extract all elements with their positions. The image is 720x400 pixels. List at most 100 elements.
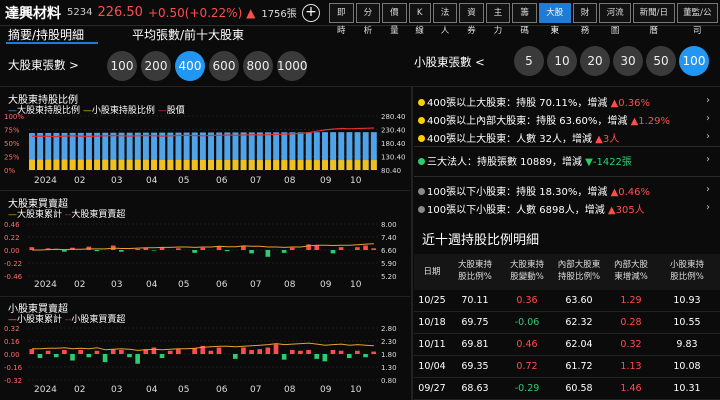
status-dot-icon (418, 135, 425, 142)
table-row[interactable]: 10/18 69.75 -0.06 62.32 0.28 10.55 (414, 312, 720, 334)
chevron-right-icon[interactable]: › (706, 184, 710, 195)
minor-ratio-bar (346, 160, 353, 170)
chevron-right-icon[interactable]: › (706, 113, 710, 124)
minor-ratio-bar (102, 159, 109, 170)
stock-change-value: +0.50(+0.22%) (147, 5, 243, 20)
net-buy-bar (273, 344, 279, 354)
stat-line[interactable]: 三大法人：持股張數 10889，增減 ▼-1422張 (418, 153, 632, 168)
net-buy-bar (78, 349, 83, 354)
minor-ratio-bar (167, 159, 174, 170)
stat-line[interactable]: 400張以上內部大股東：持股 63.60%，增減 ▲1.29% (418, 112, 670, 127)
x-tick-label: 2024 (34, 280, 57, 290)
y-tick-right: 5.20 (381, 273, 397, 281)
tab-3[interactable]: K線 (408, 3, 431, 36)
major-option-200[interactable]: 200 (141, 51, 171, 81)
y-tick-left: 25% (4, 154, 20, 162)
y-tick-left: 0.32 (4, 325, 20, 333)
minor-option-100[interactable]: 100 (679, 46, 709, 76)
net-sell-bar (314, 354, 320, 359)
table-cell: 70.11 (461, 295, 489, 306)
tab-1[interactable]: 分析 (355, 3, 381, 36)
net-sell-bar (127, 354, 132, 358)
x-tick-label: 08 (284, 385, 296, 395)
tab-5[interactable]: 資券 (459, 3, 484, 36)
tab-12[interactable]: 董監/公司 (676, 3, 719, 36)
net-sell-bar (346, 354, 352, 359)
weekly-ratio-table: 近十週持股比例明細 日期 大股東持 股比例% 大股東持 股變動% 內部大股東 持股比例% 內部… (414, 224, 720, 400)
minor-option-20[interactable]: 20 (580, 46, 610, 76)
minor-ratio-bar (281, 160, 288, 170)
minor-ratio-bar (232, 160, 239, 170)
stat-line[interactable]: 100張以下小股東：人數 6898人，增減 ▲305人 (418, 201, 645, 216)
minor-ratio-bar (53, 159, 60, 170)
minor-ratio-bar (29, 159, 35, 170)
tab-6[interactable]: 主力 (485, 3, 511, 36)
minor-option-50[interactable]: 50 (646, 46, 676, 76)
minor-option-30[interactable]: 30 (613, 46, 643, 76)
tab-9[interactable]: 財務 (572, 3, 598, 36)
stat-text: 100張以下小股東：人數 6898人，增減 (427, 205, 608, 216)
table-row[interactable]: 10/04 69.35 0.72 61.72 1.13 10.08 (414, 356, 720, 378)
subtab-average[interactable]: 平均張數/前十大股東 (132, 26, 244, 43)
table-row[interactable]: 10/25 70.11 0.36 63.60 1.29 10.93 (414, 290, 720, 312)
minor-ratio-bar (370, 160, 377, 170)
table-header-cell: 內部大股 東增減% (613, 260, 648, 282)
minor-ratio-bar (330, 160, 337, 170)
y-tick-left: -0.22 (4, 260, 22, 268)
stat-text: 400張以上大股東：持股 70.11%，增減 (427, 98, 611, 109)
chevron-right-icon[interactable]: › (706, 95, 710, 106)
tab-4[interactable]: 法人 (432, 3, 458, 36)
tab-11[interactable]: 新聞/日曆 (633, 3, 675, 36)
chevron-right-icon[interactable]: › (706, 154, 710, 165)
minor-ratio-bar (142, 159, 149, 170)
stat-delta: ▲0.36% (610, 98, 651, 109)
tab-0[interactable]: 即時 (329, 3, 354, 36)
x-tick-label: 03 (111, 280, 122, 290)
table-cell: 9.83 (676, 339, 698, 350)
x-tick-label: 10 (350, 280, 362, 290)
x-tick-label: 08 (284, 176, 296, 186)
tab-2[interactable]: 價量 (382, 3, 407, 36)
major-holder-label: 大股東張數 > (8, 58, 79, 72)
table-cell: 1.13 (620, 361, 642, 372)
y-tick-right: 8.00 (381, 221, 397, 229)
major-option-400[interactable]: 400 (175, 51, 205, 81)
x-tick-label: 07 (250, 385, 261, 395)
table-row[interactable]: 10/11 69.81 0.46 62.04 0.32 9.83 (414, 334, 720, 356)
x-tick-label: 04 (146, 280, 158, 290)
major-option-1000[interactable]: 1000 (277, 51, 308, 81)
x-tick-label: 03 (111, 176, 122, 186)
stat-line[interactable]: 100張以下小股東：持股 18.30%，增減 ▲0.46% (418, 183, 650, 198)
minor-ratio-bar (151, 159, 158, 170)
table-cell: 69.75 (461, 317, 489, 328)
tab-10[interactable]: 河流圖 (599, 3, 632, 36)
net-buy-bar (355, 350, 360, 354)
plus-icon[interactable]: + (302, 4, 320, 22)
net-buy-bar (45, 350, 51, 354)
tab-8[interactable]: 大股東 (538, 3, 571, 36)
chevron-right-icon[interactable]: › (706, 202, 710, 213)
net-sell-bar (159, 354, 165, 359)
minor-ratio-bar (134, 159, 141, 170)
tab-7[interactable]: 籌碼 (512, 3, 537, 36)
major-option-100[interactable]: 100 (107, 51, 137, 81)
major-option-600[interactable]: 600 (209, 51, 239, 81)
table-header-cell: 大股東持 股比例% (457, 260, 492, 282)
stat-line[interactable]: 400張以上大股東：持股 70.11%，增減 ▲0.36% (418, 94, 650, 109)
net-sell-bar (330, 250, 336, 254)
table-cell: 10/25 (418, 295, 446, 306)
minor-holder-label: 小股東張數 < (414, 55, 485, 69)
minor-option-5[interactable]: 5 (514, 46, 544, 76)
stat-line[interactable]: 400張以上大股東：人數 32人，增減 ▲3人 (418, 130, 619, 145)
major-option-800[interactable]: 800 (243, 51, 273, 81)
chevron-right-icon[interactable]: › (706, 131, 710, 142)
table-row[interactable]: 09/27 68.63 -0.29 60.58 1.46 10.31 (414, 378, 720, 400)
x-tick-label: 05 (178, 385, 189, 395)
table-cell: 10.55 (673, 317, 701, 328)
table-header-cell: 日期 (423, 267, 441, 277)
minor-ratio-bar (273, 160, 280, 170)
minor-ratio-bar (191, 159, 198, 170)
subtab-detail[interactable]: 摘要/持股明細 (8, 26, 84, 43)
minor-option-10[interactable]: 10 (547, 46, 577, 76)
y-tick-right: 1.80 (381, 351, 397, 359)
